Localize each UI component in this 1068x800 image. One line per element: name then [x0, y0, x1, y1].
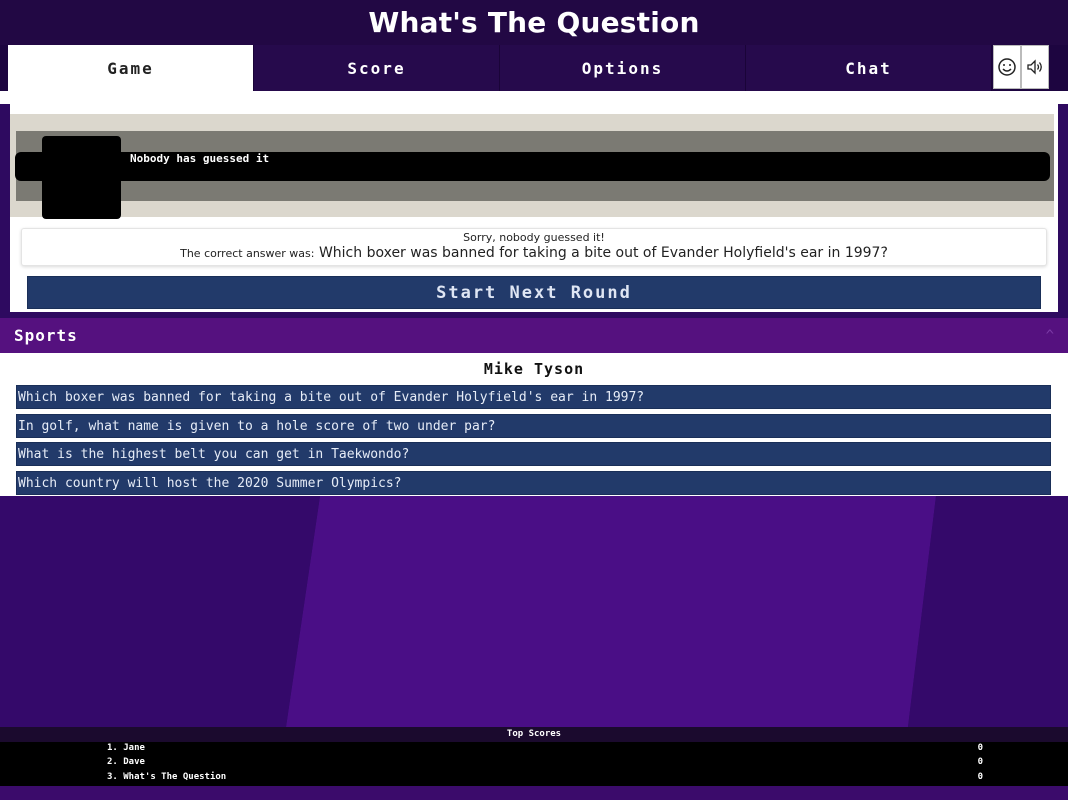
top-scores-panel: Top Scores 1. Jane 0 2. Dave 0 3. What's… [0, 727, 1068, 786]
sorry-text: Sorry, nobody guessed it! [463, 231, 605, 244]
question-option[interactable]: Which boxer was banned for taking a bite… [16, 385, 1051, 409]
smiley-icon [998, 58, 1016, 76]
category-label: Sports [14, 326, 78, 345]
guess-area: Nobody has guessed it [10, 114, 1054, 219]
score-value: 0 [977, 743, 983, 753]
top-scores-title: Top Scores [0, 727, 1068, 742]
score-name: 3. What's The Question [107, 772, 227, 782]
tab-options[interactable]: Options [500, 45, 746, 91]
title-bar: What's The Question [0, 0, 1068, 45]
guess-status: Nobody has guessed it [130, 152, 270, 165]
avatar [42, 136, 121, 219]
score-row: 2. Dave 0 [107, 757, 983, 771]
chevron-up-icon[interactable]: ^ [1046, 328, 1054, 344]
tab-bar: Game Score Options Chat [0, 45, 1068, 91]
speaker-icon [1027, 59, 1042, 75]
answer-prefix: The correct answer was: [180, 247, 315, 260]
tab-score[interactable]: Score [254, 45, 500, 91]
bottom-strip [0, 786, 1068, 800]
category-bar[interactable]: Sports ^ [0, 318, 1068, 353]
tab-chat[interactable]: Chat [746, 45, 992, 91]
question-panel: Mike Tyson Which boxer was banned for ta… [0, 353, 1068, 496]
score-value: 0 [977, 772, 983, 782]
tab-icon-group [993, 45, 1049, 91]
tab-game[interactable]: Game [8, 45, 254, 91]
tab-underline [0, 91, 1068, 104]
sound-button[interactable] [1021, 45, 1049, 89]
emoji-button[interactable] [993, 45, 1021, 89]
app-title: What's The Question [368, 6, 700, 39]
score-row: 1. Jane 0 [107, 743, 983, 757]
question-option[interactable]: What is the highest belt you can get in … [16, 442, 1051, 466]
answer-line: The correct answer was: Which boxer was … [22, 244, 1046, 263]
score-row: 3. What's The Question 0 [107, 772, 983, 786]
subject-title: Mike Tyson [483, 360, 585, 378]
start-next-round-button[interactable]: Start Next Round [27, 276, 1041, 309]
answer-box: Sorry, nobody guessed it! The correct an… [21, 228, 1047, 266]
score-name: 2. Dave [107, 757, 145, 767]
question-option[interactable]: In golf, what name is given to a hole sc… [16, 414, 1051, 438]
game-panel: Nobody has guessed it Sorry, nobody gues… [10, 104, 1058, 312]
answer-text: Which boxer was banned for taking a bite… [318, 245, 888, 261]
question-option[interactable]: Which country will host the 2020 Summer … [16, 471, 1051, 495]
score-name: 1. Jane [107, 743, 145, 753]
score-value: 0 [977, 757, 983, 767]
